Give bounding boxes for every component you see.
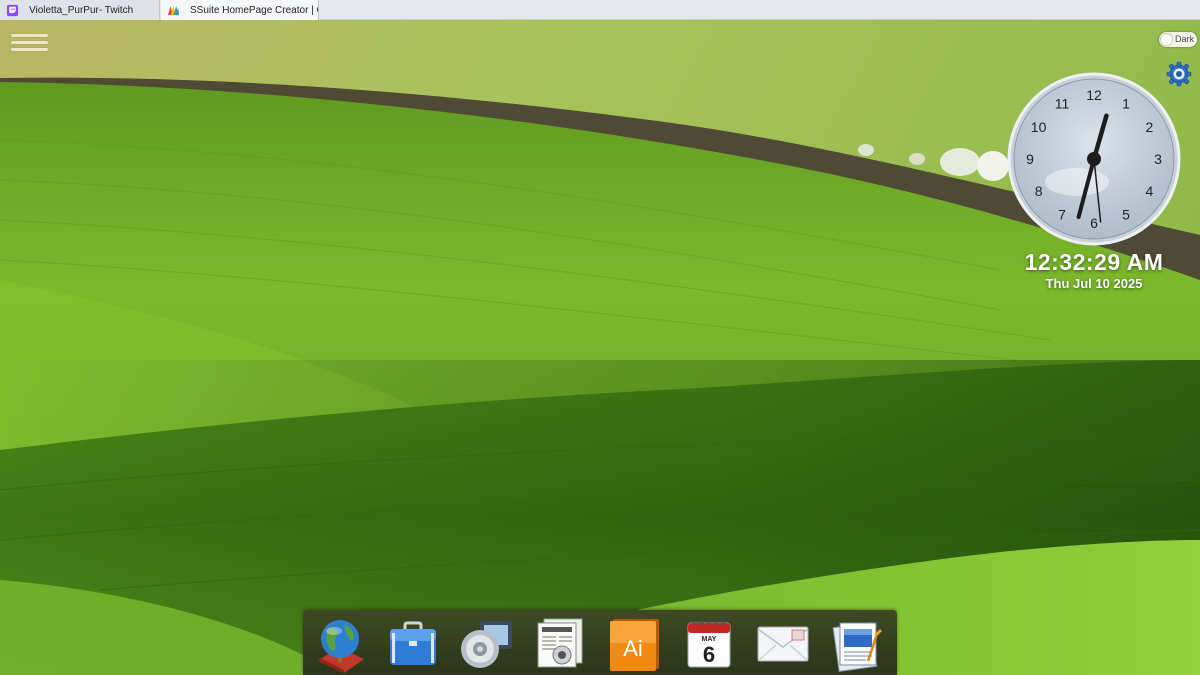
menu-line	[11, 34, 48, 37]
clock-numeral: 2	[1146, 119, 1154, 135]
clock-numeral: 7	[1058, 206, 1066, 222]
tab-twitch[interactable]: Violetta_PurPur- Twitch	[0, 0, 160, 20]
dark-mode-toggle[interactable]: Dark	[1159, 32, 1197, 47]
newspaper-icon	[537, 618, 583, 668]
briefcase-icon	[390, 621, 436, 665]
mail-icon	[757, 626, 809, 662]
clock-numeral: 9	[1026, 151, 1034, 167]
dock-item-portfolio[interactable]	[384, 615, 442, 673]
hamburger-menu-icon[interactable]	[11, 34, 48, 54]
dock-item-news-reader[interactable]	[532, 615, 590, 673]
tab-title: Violetta_PurPur- Twitch	[29, 4, 134, 16]
analog-clock: 12 1 2 3 4 5 6 7 8 9 10 11	[1007, 72, 1181, 246]
app-dock: Ai MAY 6	[303, 610, 897, 675]
menu-line	[11, 41, 48, 44]
dock-item-mail[interactable]	[754, 615, 812, 673]
digital-clock: 12:32:29 AM Thu Jul 10 2025	[1005, 249, 1183, 292]
ai-app-icon: Ai	[610, 619, 659, 671]
twitch-icon	[6, 4, 19, 16]
tab-ssuite[interactable]: SSuite HomePage Creator | Cr	[161, 0, 319, 20]
menu-line	[11, 48, 48, 51]
globe-icon	[318, 620, 364, 673]
dock-item-media-player[interactable]	[458, 615, 516, 673]
clock-numeral: 4	[1146, 183, 1154, 199]
dock-item-web-browser[interactable]	[310, 615, 368, 673]
tab-title: SSuite HomePage Creator | Cr	[190, 4, 319, 16]
clock-numeral: 6	[1090, 215, 1098, 231]
calendar-day: 6	[703, 642, 715, 667]
dock-item-illustrator[interactable]: Ai	[606, 615, 664, 673]
toggle-knob	[1161, 34, 1172, 45]
clock-numeral: 10	[1031, 119, 1047, 135]
clock-numeral: 5	[1122, 206, 1130, 222]
browser-tab-strip: Violetta_PurPur- Twitch SSuite HomePage …	[0, 0, 1200, 20]
notepad-icon	[832, 622, 882, 672]
ssuite-icon	[167, 5, 180, 15]
clock-numeral: 12	[1086, 87, 1102, 103]
dark-toggle-label: Dark	[1175, 34, 1195, 44]
ai-label: Ai	[623, 636, 643, 661]
clock-date: Thu Jul 10 2025	[1045, 276, 1143, 291]
clock-numeral: 3	[1154, 151, 1162, 167]
clock-numeral: 11	[1055, 96, 1070, 112]
clock-numeral: 8	[1035, 183, 1043, 199]
calendar-icon: MAY 6	[687, 621, 731, 668]
dock-item-notes[interactable]	[828, 615, 886, 673]
speaker-icon	[461, 621, 512, 668]
dock-item-calendar[interactable]: MAY 6	[680, 615, 738, 673]
clock-face: 121234567891011	[1007, 72, 1181, 246]
clock-time: 12:32:29 AM	[1024, 249, 1164, 275]
clock-numeral: 1	[1122, 96, 1130, 112]
